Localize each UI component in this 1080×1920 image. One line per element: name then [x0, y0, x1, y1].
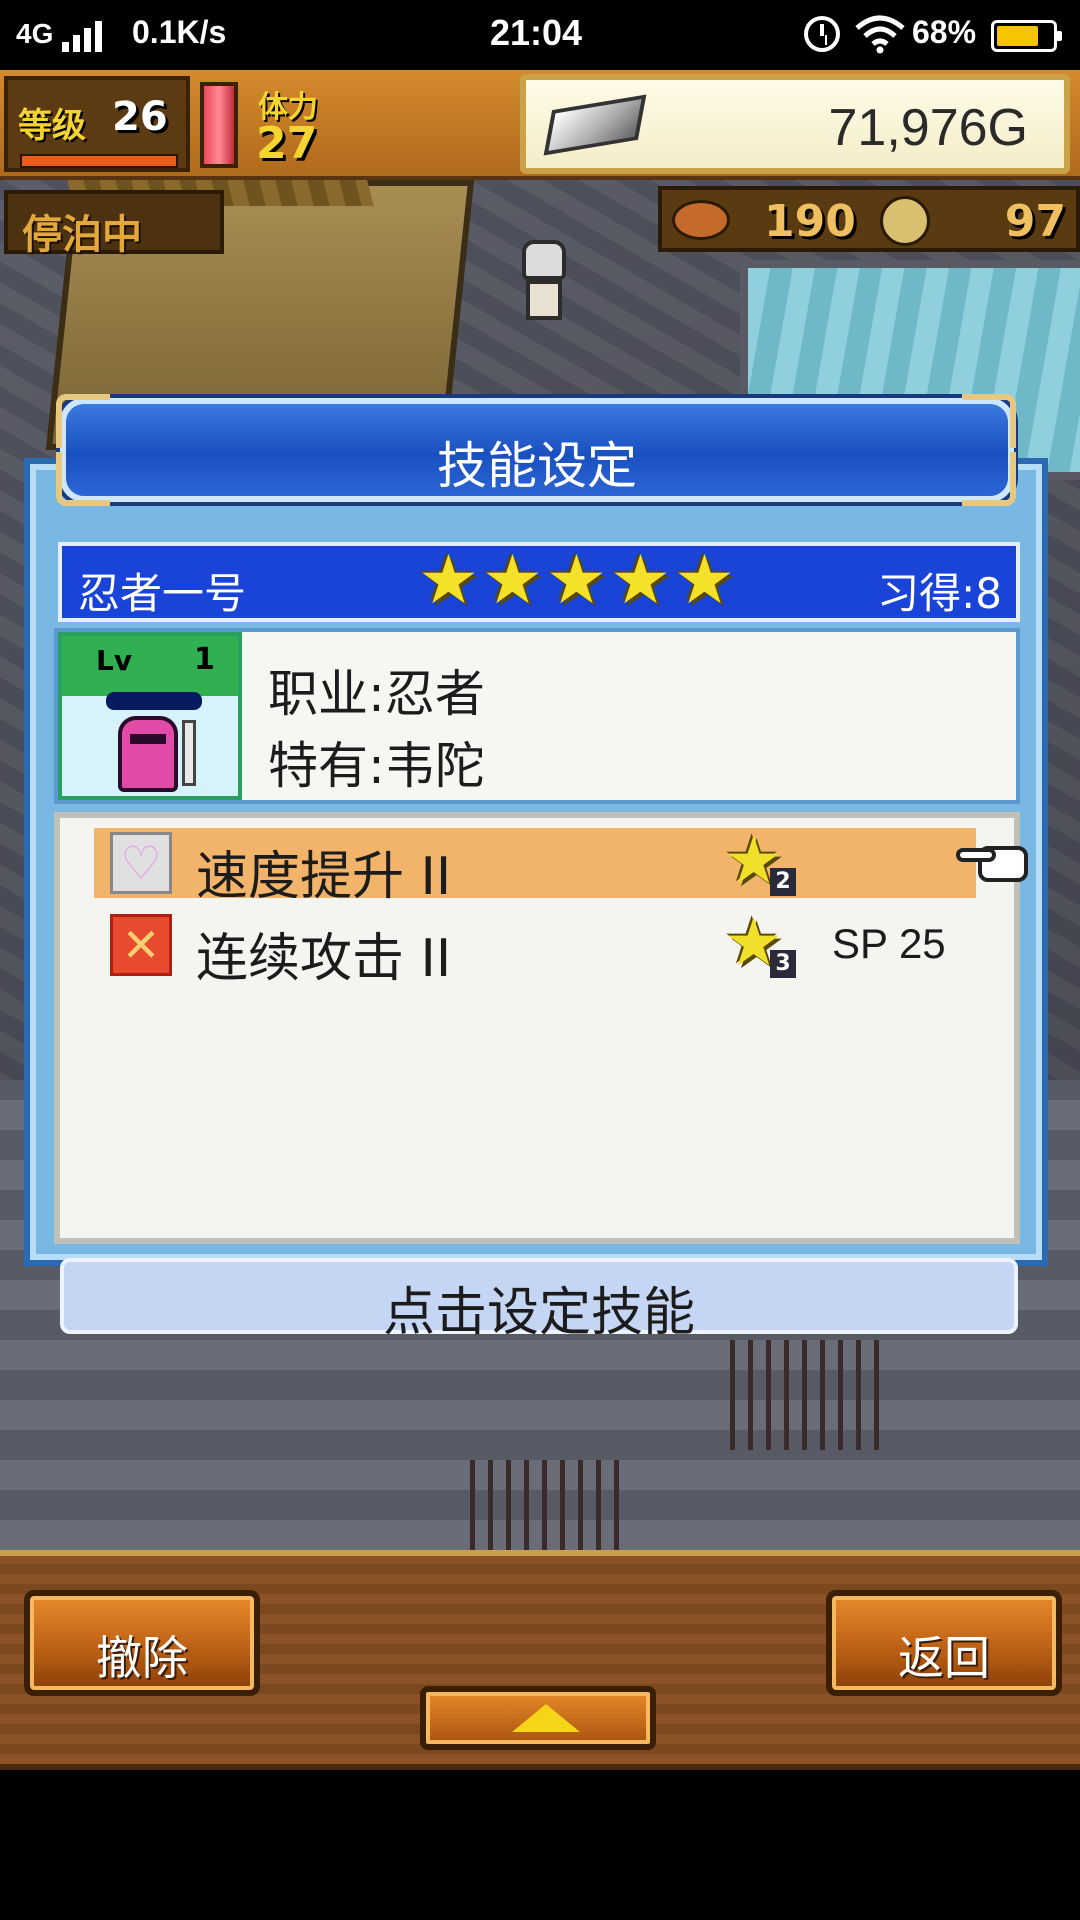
character-header: 忍者一号 ★ ★ ★ ★ ★ 习得:8 [58, 542, 1020, 622]
star-icon: ★ [546, 541, 607, 620]
title-corner-ornament [962, 394, 1016, 448]
stamina-value: 27 [256, 118, 318, 169]
character-info-panel: Lv 1 职业:忍者 特有:韦陀 [54, 628, 1020, 804]
resource-bar: 190 97 [658, 186, 1080, 252]
docked-status-label: 停泊中 [22, 212, 142, 258]
food-value: 190 [764, 196, 856, 247]
level-value: 26 [112, 94, 168, 140]
npc-character[interactable] [512, 240, 576, 330]
skill-list: ♡ 速度提升 II ★ 2 ✕ 连续攻击 II ★ 3 SP 25 [54, 812, 1020, 1244]
gold-panel[interactable]: 71,976G [520, 74, 1070, 174]
skill-row-speed-up[interactable]: ♡ 速度提升 II ★ 2 [94, 822, 976, 907]
letterbox-area [0, 1770, 1080, 1920]
character-job: 职业:忍者 [268, 665, 485, 723]
silver-ingot-icon [543, 94, 647, 156]
bottom-toolbar: 撤除 返回 [0, 1550, 1080, 1770]
coin-icon [880, 196, 930, 246]
wifi-icon [855, 15, 905, 54]
skill-name: 连续攻击 II [196, 929, 452, 989]
stamina-bar [200, 82, 238, 168]
level-panel: 等级 26 [4, 76, 190, 172]
battery-percent: 68% [912, 14, 977, 50]
set-skill-hint-button[interactable]: 点击设定技能 [60, 1258, 1018, 1343]
skill-row-combo-attack[interactable]: ✕ 连续攻击 II ★ 3 SP 25 [94, 904, 976, 989]
skill-name: 速度提升 II [196, 847, 452, 907]
network-speed: 0.1K/s [132, 14, 227, 50]
level-label: 等级 [18, 106, 86, 146]
battery-icon [991, 20, 1062, 52]
hint-label: 点击设定技能 [382, 1283, 695, 1343]
character-portrait[interactable]: Lv 1 [58, 632, 242, 800]
food-icon [672, 200, 730, 240]
dialog-title-bar: 技能设定 [60, 398, 1014, 502]
star-icon: ★ [674, 541, 735, 620]
portrait-hp-bar [106, 692, 202, 710]
star-icon: ★ [610, 541, 671, 620]
character-unique-trait: 特有:韦陀 [268, 737, 485, 795]
iron-fence [730, 1340, 880, 1450]
remove-button-label: 撤除 [96, 1631, 188, 1685]
portrait-level-value: 1 [194, 642, 215, 677]
title-corner-ornament [962, 452, 1016, 506]
up-arrow-icon [512, 1704, 580, 1732]
portrait-level-label: Lv [96, 644, 133, 677]
status-bar: 4G 0.1K/s 21:04 68% [0, 0, 1080, 70]
top-hud: 等级 26 体力 27 71,976G [0, 70, 1080, 180]
exp-bar [20, 154, 178, 168]
star-icon: ★ [482, 541, 543, 620]
crossed-swords-icon: ✕ [110, 914, 172, 976]
rarity-stars: ★ ★ ★ ★ ★ [418, 541, 735, 620]
learned-count: 习得:8 [877, 569, 1002, 618]
iron-fence [470, 1460, 620, 1550]
remove-button[interactable]: 撤除 [24, 1590, 260, 1696]
dialog-title: 技能设定 [437, 437, 637, 495]
ninja-sprite [118, 716, 178, 792]
coin-value: 97 [1004, 196, 1066, 247]
heart-icon: ♡ [110, 832, 172, 894]
expand-up-button[interactable] [420, 1686, 656, 1750]
gold-value: 71,976G [828, 99, 1029, 157]
skill-rank: 2 [770, 868, 796, 896]
title-corner-ornament [56, 452, 110, 506]
sword-sprite [182, 720, 196, 786]
skill-rank: 3 [770, 950, 796, 978]
star-icon: ★ [418, 541, 479, 620]
skill-sp-cost: SP 25 [832, 920, 946, 967]
title-corner-ornament [56, 394, 110, 448]
network-type: 4G [16, 18, 54, 49]
pointing-hand-icon [956, 838, 1032, 886]
character-name: 忍者一号 [78, 569, 247, 618]
docked-status-badge[interactable]: 停泊中 [4, 190, 224, 258]
signal-icon [62, 20, 110, 52]
back-button[interactable]: 返回 [826, 1590, 1062, 1696]
back-button-label: 返回 [898, 1631, 990, 1685]
alarm-icon [804, 16, 840, 52]
clock: 21:04 [490, 12, 583, 53]
